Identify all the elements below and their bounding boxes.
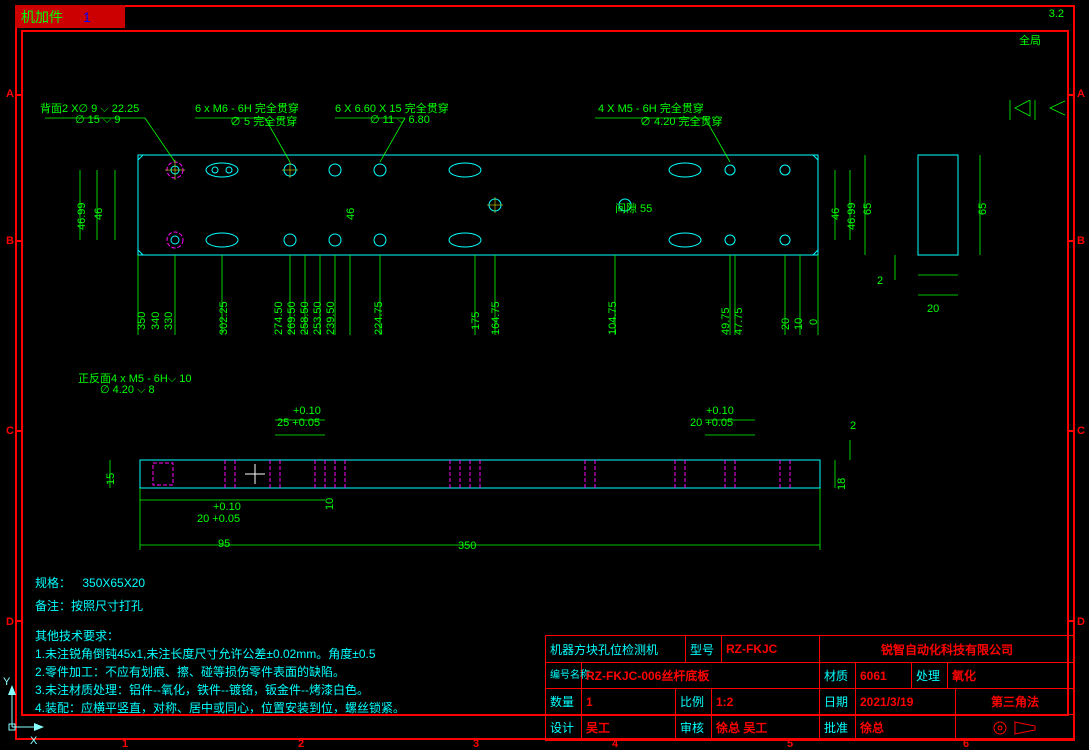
dim-x17: 10	[793, 318, 805, 330]
zone-a-right: A	[1077, 88, 1085, 100]
sec2-d9: 18	[836, 478, 848, 490]
sec2-d11: +0.10	[706, 405, 734, 417]
sec2-d5: 20 +0.05	[197, 513, 240, 525]
dim-v1: 46.99	[76, 202, 88, 230]
tb-app-v: 徐总	[856, 715, 956, 740]
dim-x14: 49.75	[720, 307, 732, 335]
dim-x5: 274.50	[273, 301, 285, 335]
col-3: 3	[473, 738, 479, 750]
sec2-d2: +0.10	[293, 405, 321, 417]
dim-x6: 269.50	[286, 301, 298, 335]
dim-v6: 65	[862, 203, 874, 215]
dim-v4: 46	[830, 208, 842, 220]
sec2-d7: 350	[458, 540, 476, 552]
dim-x7: 258.50	[299, 301, 311, 335]
spec-value: 350X65X20	[82, 576, 145, 590]
tr-label: 全局	[1019, 32, 1041, 48]
dim-x4: 302.25	[218, 301, 230, 335]
tb-app-l: 批准	[820, 715, 856, 740]
tb-qty-v: 1	[582, 689, 676, 714]
tb-des-l: 设计	[546, 715, 582, 740]
tech-3: 3.未注材质处理：铝件--氧化，铁件--镀铬，钣金件--烤漆白色。	[35, 682, 369, 699]
dim-v5: 46.99	[846, 202, 858, 230]
tb-des-v: 吴工	[582, 715, 676, 740]
tb-date-l: 日期	[820, 689, 856, 714]
dim-x9: 239.50	[325, 301, 337, 335]
zone-d-right: D	[1077, 616, 1085, 628]
title-block: 机器方块孔位检测机 型号 RZ-FKJC 锐智自动化科技有限公司 编号名称 RZ…	[545, 635, 1075, 741]
tb-qty-l: 数量	[546, 689, 582, 714]
tr-val: 3.2	[1049, 8, 1064, 20]
tb-scale-v: 1:2	[712, 689, 820, 714]
zone-c-left: C	[6, 425, 14, 437]
side-d1: 2	[877, 275, 883, 287]
side-d2: 20	[927, 303, 939, 315]
sec2-d12: 20 +0.05	[690, 417, 733, 429]
dim-v2: 46	[93, 208, 105, 220]
tb-model-l: 型号	[686, 636, 722, 662]
tech-1: 1.未注锐角倒钝45x1,未注长度尺寸允许公差±0.02mm。角度±0.5	[35, 646, 376, 663]
dim-x11: 175	[470, 312, 482, 330]
tb-proj: 第三角法	[956, 689, 1074, 714]
tb-scale-l: 比例	[676, 689, 712, 714]
zone-b-right: B	[1077, 235, 1085, 247]
dim-x18: 0	[808, 319, 820, 325]
coord-x: X	[30, 735, 37, 747]
note-row: 备注：按照尺寸打孔	[35, 598, 143, 615]
spec-row: 规格： 350X65X20	[35, 575, 145, 592]
annot-3b: ∅ 11 ⌵ 6.80	[370, 113, 430, 127]
dim-x10: 224.75	[373, 301, 385, 335]
tb-proc-l: 处理	[912, 663, 948, 688]
sec2-d6: 95	[218, 538, 230, 550]
tab-label: 机加件	[21, 7, 63, 27]
sec2-d8: 10	[324, 498, 336, 510]
dim-v3: 46	[345, 208, 357, 220]
top-view-drawing	[25, 100, 1065, 350]
tb-partname-l: 编号名称	[546, 663, 582, 688]
zone-d-left: D	[6, 616, 14, 628]
tb-partname-v: RZ-FKJC-006丝杆底板	[582, 663, 820, 688]
gap-label: 间隙 55	[615, 200, 652, 216]
annot-4b: ∅ 4.20 完全贯穿	[640, 113, 723, 129]
col-2: 2	[298, 738, 304, 750]
tb-company: 锐智自动化科技有限公司	[820, 636, 1074, 662]
tb-proc-v: 氧化	[948, 663, 1074, 688]
tab-num: 1	[83, 9, 91, 25]
tb-mat-v: 6061	[856, 663, 912, 688]
tech-4: 4.装配：应横平竖直，对称、居中或同心，位置安装到位，螺丝锁紧。	[35, 700, 405, 717]
spec-label: 规格：	[35, 576, 71, 590]
tb-chk-v: 徐总 吴工	[712, 715, 820, 740]
sec2-label2: ∅ 4.20 ⌵ 8	[100, 383, 155, 397]
zone-b-left: B	[6, 235, 14, 247]
projection-symbol-icon	[990, 718, 1040, 738]
sec2-d4: +0.10	[213, 501, 241, 513]
tech-title: 其他技术要求：	[35, 628, 119, 645]
tb-machine: 机器方块孔位检测机	[546, 636, 686, 662]
dim-x3: 330	[163, 312, 175, 330]
col-1: 1	[122, 738, 128, 750]
zone-a-left: A	[6, 88, 14, 100]
ucs-icon	[4, 685, 44, 735]
sec2-d10: 2	[850, 420, 856, 432]
tech-2: 2.零件加工：不应有划痕、擦、碰等损伤零件表面的缺陷。	[35, 664, 345, 681]
annot-2b: ∅ 5 完全贯穿	[230, 113, 297, 129]
dim-x15: 47.75	[733, 307, 745, 335]
tb-chk-l: 审核	[676, 715, 712, 740]
tb-date-v: 2021/3/19	[856, 689, 956, 714]
dim-v7: 65	[977, 203, 989, 215]
dim-x13: 104.75	[607, 301, 619, 335]
section-view-drawing	[25, 370, 875, 570]
tb-mat-l: 材质	[820, 663, 856, 688]
sec2-d1: 15	[105, 473, 117, 485]
part-tab: 机加件 1	[15, 5, 125, 28]
annot-1b: ∅ 15 ⌵ 9	[75, 113, 120, 127]
tb-model-v: RZ-FKJC	[722, 636, 820, 662]
dim-x8: 253.50	[312, 301, 324, 335]
zone-c-right: C	[1077, 425, 1085, 437]
dim-x12: 164.75	[490, 301, 502, 335]
sec2-d3: 25 +0.05	[277, 417, 320, 429]
dim-x2: 340	[150, 312, 162, 330]
dim-x1: 350	[136, 312, 148, 330]
dim-x16: 20	[780, 318, 792, 330]
